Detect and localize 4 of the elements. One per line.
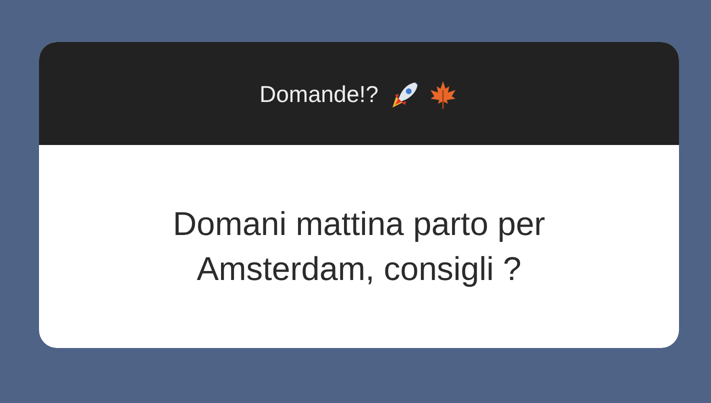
card-title: Domande!? bbox=[260, 81, 378, 108]
question-text: Domani mattina parto per Amsterdam, consigli ? bbox=[172, 204, 546, 289]
leaf-icon bbox=[428, 80, 458, 110]
rocket-icon bbox=[390, 80, 420, 110]
